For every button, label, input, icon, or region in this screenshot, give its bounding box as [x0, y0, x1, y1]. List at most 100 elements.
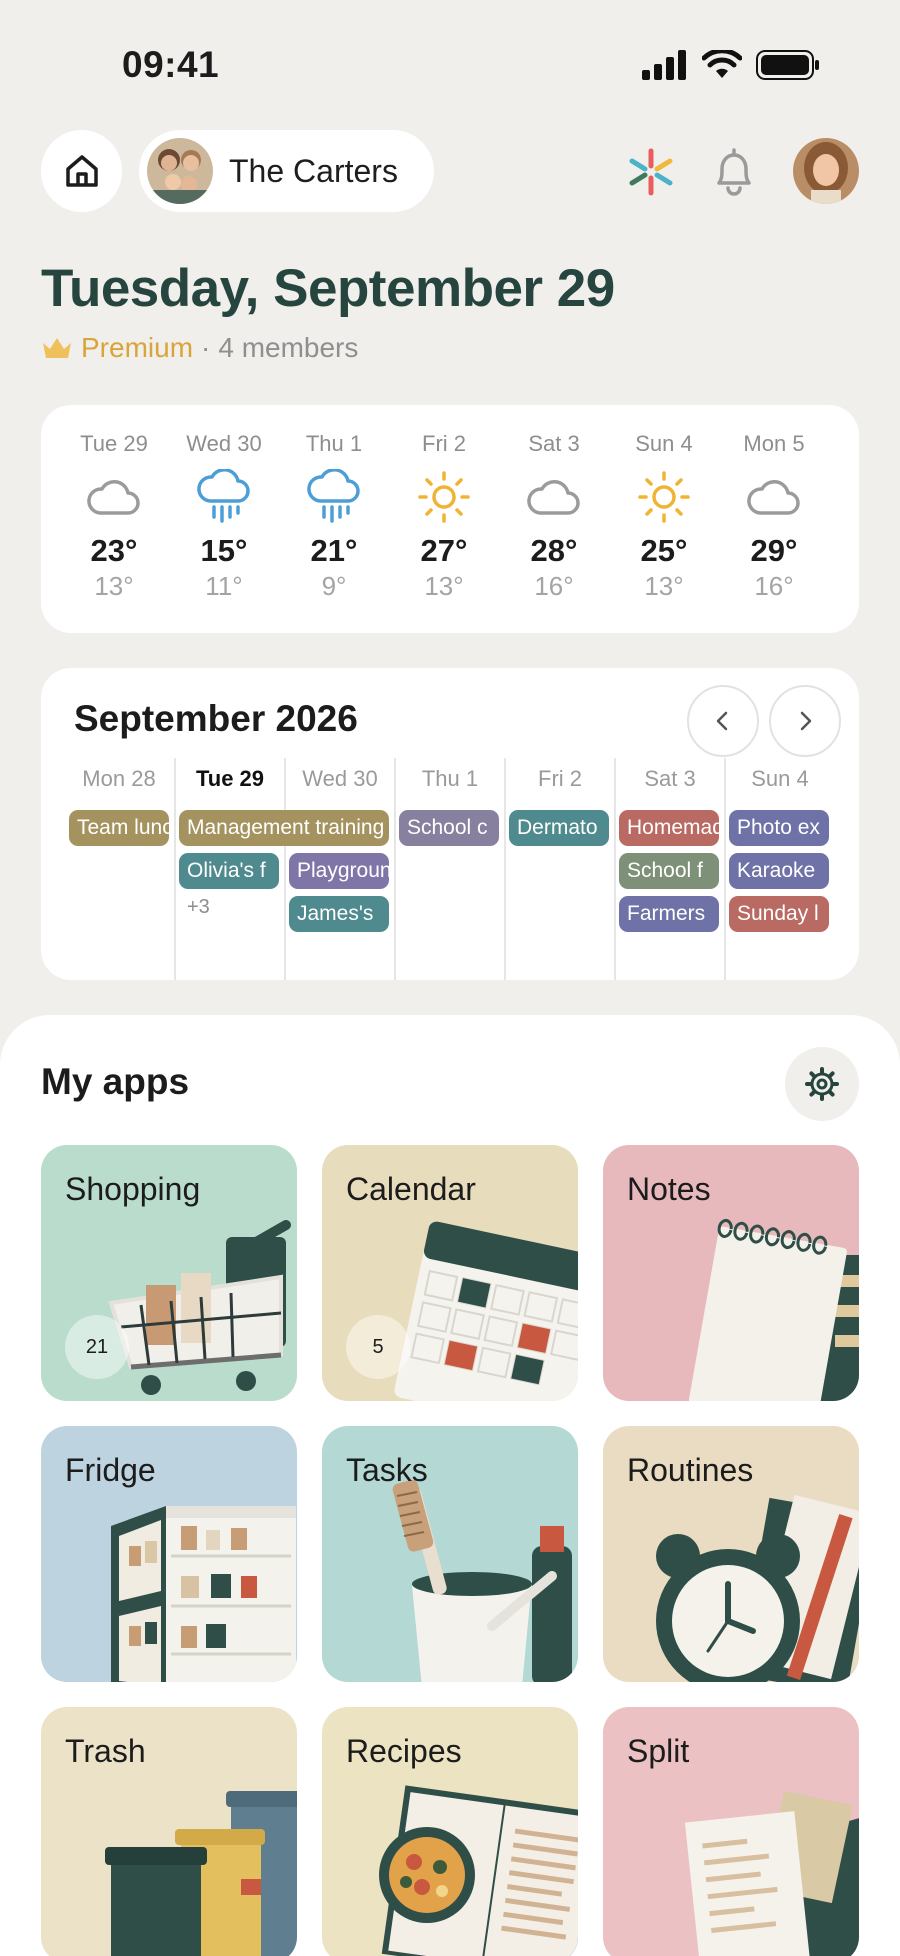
calendar-event[interactable]: Playground [289, 853, 389, 889]
premium-badge[interactable]: Premium [81, 332, 193, 364]
cloud-icon [64, 467, 164, 527]
calendar-day-header: Tue 29 [195, 766, 265, 791]
calendar-day-column[interactable]: Mon 28 [64, 758, 174, 980]
user-avatar[interactable] [793, 138, 859, 204]
weather-day-label: Tue 29 [80, 431, 148, 456]
crown-icon [43, 338, 71, 358]
app-tile-label: Notes [627, 1171, 711, 1207]
app-tile-routines[interactable]: Routines [603, 1426, 859, 1682]
status-bar: 09:41 [0, 0, 900, 130]
weather-day-label: Mon 5 [743, 431, 805, 456]
calendar-event[interactable]: Sunday l [729, 896, 829, 932]
cloud-icon [724, 467, 824, 527]
app-tile-label: Routines [627, 1452, 754, 1488]
calendar-event[interactable]: Farmers [619, 896, 719, 932]
weather-day: Wed 30 15° 11° [174, 431, 274, 602]
weather-day-label: Sat 3 [528, 431, 580, 456]
family-name: The Carters [229, 152, 398, 189]
calendar-prev-button[interactable] [687, 685, 759, 757]
sparkle-icon [629, 148, 673, 196]
weather-day: Sun 4 25° 13° [614, 431, 714, 602]
top-bar: The Carters [41, 130, 859, 212]
weather-low-temp: 13° [644, 571, 684, 601]
calendar-event[interactable]: Dermato [509, 810, 609, 846]
weather-high-temp: 27° [420, 533, 468, 568]
weather-card[interactable]: Tue 29 23° 13° Wed 30 15° 11° Thu 1 21° 9° Fri 22… [41, 405, 859, 633]
sun-icon [614, 467, 714, 527]
battery-icon [756, 50, 819, 80]
gear-icon [805, 1067, 839, 1101]
weather-day: Sat 3 28° 16° [504, 431, 604, 602]
weather-day-label: Fri 2 [422, 431, 466, 456]
weather-day: Fri 2 27° 13° [394, 431, 494, 602]
calendar-day-header: Mon 28 [82, 766, 156, 791]
calendar-day-header: Fri 2 [538, 766, 582, 791]
weather-day: Mon 5 29° 16° [724, 431, 824, 602]
family-switcher[interactable]: The Carters [139, 130, 434, 212]
calendar-next-button[interactable] [769, 685, 841, 757]
notifications-button[interactable] [706, 144, 762, 200]
calendar-event[interactable]: School c [399, 810, 499, 846]
app-tile-shopping[interactable]: Shopping 21 [41, 1145, 297, 1401]
app-tile-trash[interactable]: Trash [41, 1707, 297, 1956]
app-tile-label: Calendar [346, 1171, 476, 1207]
app-tile-fridge[interactable]: Fridge [41, 1426, 297, 1682]
home-icon [65, 155, 98, 187]
weather-high-temp: 21° [310, 533, 358, 568]
members-count: 4 members [218, 332, 359, 363]
calendar-event[interactable]: Team lunch [69, 810, 169, 846]
weather-day-label: Thu 1 [305, 431, 363, 456]
weather-high-temp: 23° [90, 533, 138, 568]
weather-high-temp: 25° [640, 533, 688, 568]
wifi-icon [702, 50, 742, 78]
app-tile-label: Tasks [346, 1452, 428, 1488]
apps-title: My apps [41, 1061, 190, 1102]
weather-day: Thu 1 21° 9° [284, 431, 384, 602]
weather-low-temp: 13° [94, 571, 134, 601]
app-tile-label: Split [627, 1733, 690, 1769]
calendar-day-header: Thu 1 [421, 766, 479, 791]
app-tile-split[interactable]: Split [603, 1707, 859, 1956]
weather-low-temp: 13° [424, 571, 464, 601]
calendar-event[interactable]: Olivia's f [179, 853, 279, 889]
weather-low-temp: 16° [754, 571, 794, 601]
calendar-card[interactable]: September 2026 Mon 28 Tue 29 Wed 30 Thu 1 Fr… [41, 668, 859, 980]
calendar-day-column[interactable]: Thu 1 [394, 758, 504, 980]
chevron-right-icon [800, 711, 812, 731]
app-tile-notes[interactable]: Notes [603, 1145, 859, 1401]
home-button[interactable] [41, 130, 122, 212]
weather-day: Tue 29 23° 13° [64, 431, 164, 602]
weather-low-temp: 9° [321, 571, 347, 601]
calendar-day-header: Wed 30 [302, 766, 378, 791]
weather-low-temp: 16° [534, 571, 574, 601]
apps-sheet: My apps Shopping 21 Calendar 5 Notes Fri… [0, 1015, 900, 1956]
more-events-link[interactable]: +3 [187, 896, 210, 919]
calendar-event[interactable]: School f [619, 853, 719, 889]
app-tile-tasks[interactable]: Tasks [322, 1426, 578, 1682]
app-tile-label: Fridge [65, 1452, 156, 1488]
calendar-day-header: Sun 4 [751, 766, 809, 791]
apps-settings-button[interactable] [785, 1047, 859, 1121]
calendar-day-header: Sat 3 [644, 766, 696, 791]
separator: · [201, 332, 211, 363]
app-tile-label: Trash [65, 1733, 146, 1769]
bell-icon [717, 148, 751, 196]
calendar-event[interactable]: Management training [179, 810, 389, 846]
calendar-event[interactable]: Karaoke [729, 853, 829, 889]
page-title: Tuesday, September 29 [41, 259, 615, 318]
weather-high-temp: 28° [530, 533, 578, 568]
calendar-event[interactable]: James's [289, 896, 389, 932]
app-tile-recipes[interactable]: Recipes [322, 1707, 578, 1956]
status-time: 09:41 [122, 44, 220, 85]
app-tile-badge: 21 [65, 1315, 129, 1379]
calendar-day-column[interactable]: Fri 2 [504, 758, 614, 980]
app-tile-label: Recipes [346, 1733, 462, 1769]
calendar-event[interactable]: Photo ex [729, 810, 829, 846]
chevron-left-icon [716, 711, 728, 731]
app-tile-calendar[interactable]: Calendar 5 [322, 1145, 578, 1401]
weather-day-label: Sun 4 [635, 431, 693, 456]
assistant-button[interactable] [623, 144, 679, 200]
family-subline: Premium · 4 members [41, 332, 358, 364]
calendar-event[interactable]: Homemade [619, 810, 719, 846]
app-tile-badge: 5 [346, 1315, 410, 1379]
